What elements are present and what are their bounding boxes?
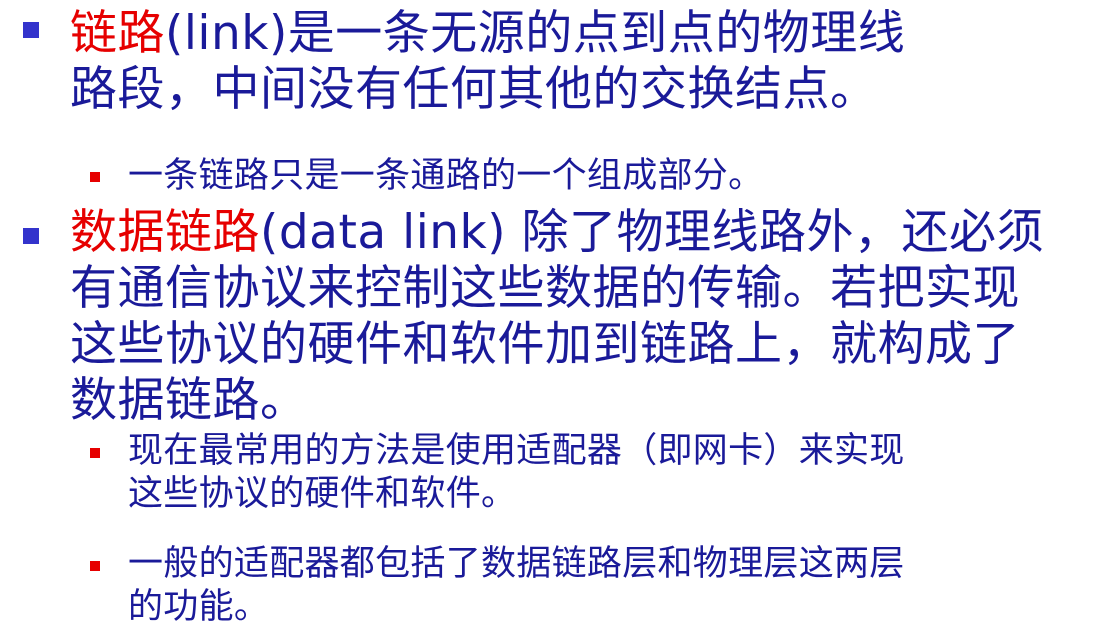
bullet-square-icon (23, 228, 39, 244)
highlight-term: 数据链路 (70, 205, 260, 260)
bullet-line: 有通信协议来控制这些数据的传输。若把实现 (70, 261, 1020, 316)
sub-bullet-adapter-layers: 一般的适配器都包括了数据链路层和物理层这两层 的功能。 (128, 543, 905, 629)
highlight-term: 链路 (70, 6, 165, 61)
bullet-data-link-definition: 数据链路(data link) 除了物理线路外，还必须 有通信协议来控制这些数据… (70, 205, 1044, 429)
bullet-text: (data link) 除了物理线路外，还必须 (260, 205, 1045, 260)
sub-bullet-line: 一条链路只是一条通路的一个组成部分。 (128, 156, 764, 196)
sub-bullet-square-icon (90, 172, 100, 182)
bullet-line: 数据链路(data link) 除了物理线路外，还必须 (70, 205, 1044, 261)
bullet-line: 数据链路。 (70, 373, 308, 428)
bullet-line: 链路(link)是一条无源的点到点的物理线 (70, 6, 905, 62)
sub-bullet-line: 一般的适配器都包括了数据链路层和物理层这两层 (128, 544, 905, 584)
bullet-square-icon (23, 22, 39, 38)
bullet-line: 路段，中间没有任何其他的交换结点。 (70, 62, 878, 117)
sub-bullet-square-icon (90, 561, 100, 571)
slide: 链路(link)是一条无源的点到点的物理线 路段，中间没有任何其他的交换结点。 … (0, 0, 1093, 639)
bullet-text: (link)是一条无源的点到点的物理线 (165, 6, 906, 61)
sub-bullet-square-icon (90, 448, 100, 458)
sub-bullet-link-part: 一条链路只是一条通路的一个组成部分。 (128, 155, 763, 198)
bullet-link-definition: 链路(link)是一条无源的点到点的物理线 路段，中间没有任何其他的交换结点。 (70, 6, 905, 118)
sub-bullet-line: 的功能。 (128, 587, 270, 627)
sub-bullet-line: 这些协议的硬件和软件。 (128, 474, 517, 514)
sub-bullet-adapter-method: 现在最常用的方法是使用适配器（即网卡）来实现 这些协议的硬件和软件。 (128, 430, 905, 516)
bullet-line: 这些协议的硬件和软件加到链路上，就构成了 (70, 317, 1020, 372)
sub-bullet-line: 现在最常用的方法是使用适配器（即网卡）来实现 (128, 431, 905, 471)
